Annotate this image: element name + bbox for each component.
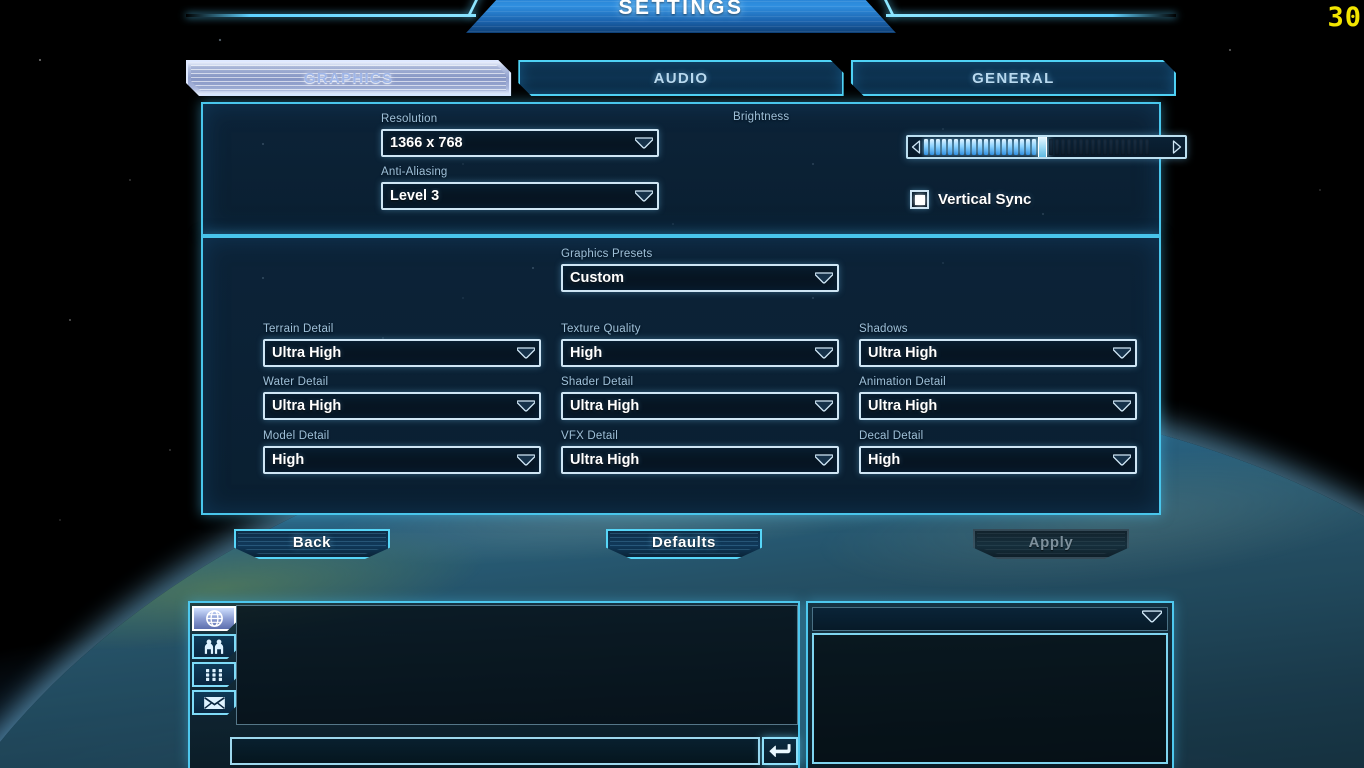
water-detail-value: Ultra High <box>272 398 342 414</box>
vfx-detail-value: Ultra High <box>570 452 640 468</box>
chat-panel <box>188 601 800 768</box>
quality-settings-panel: Graphics Presets Custom Terrain Detail U… <box>201 236 1161 515</box>
mail-icon[interactable] <box>192 690 236 715</box>
shader-detail-value: Ultra High <box>570 398 640 414</box>
display-settings-panel: Resolution 1366 x 768 Anti-Aliasing Leve… <box>201 102 1187 236</box>
animation-detail-dropdown[interactable]: Ultra High <box>859 392 1137 420</box>
game-screen: 30 SETTINGS GRAPHICS AUDIO GENERAL Resol… <box>0 0 1364 768</box>
terrain-detail-dropdown[interactable]: Ultra High <box>263 339 541 367</box>
decal-detail-value: High <box>868 452 901 468</box>
slider-left-arrow-icon[interactable] <box>908 140 924 154</box>
resolution-value: 1366 x 768 <box>390 135 463 151</box>
tab-general[interactable]: GENERAL <box>851 60 1176 96</box>
chevron-down-icon <box>513 394 539 418</box>
chevron-down-icon <box>811 394 837 418</box>
apply-button-label: Apply <box>1028 534 1074 551</box>
tab-general-label: GENERAL <box>972 69 1055 87</box>
header-wing-left <box>186 14 476 17</box>
chat-input-row <box>230 737 798 765</box>
texture-quality-label: Texture Quality <box>561 323 641 335</box>
tab-audio-label: AUDIO <box>653 69 709 87</box>
shader-detail-dropdown[interactable]: Ultra High <box>561 392 839 420</box>
brightness-handle[interactable] <box>1038 137 1047 157</box>
chevron-down-icon <box>1141 610 1163 628</box>
anti-aliasing-dropdown[interactable]: Level 3 <box>381 182 659 210</box>
graphics-presets-dropdown[interactable]: Custom <box>561 264 839 292</box>
brightness-filled-ticks <box>924 139 1036 155</box>
chevron-down-icon <box>811 266 837 290</box>
enter-arrow-icon[interactable] <box>762 737 798 765</box>
vfx-detail-label: VFX Detail <box>561 430 618 442</box>
apply-button[interactable]: Apply <box>973 529 1129 559</box>
window-header: SETTINGS <box>186 0 1176 34</box>
roster-panel <box>806 601 1174 768</box>
terrain-detail-value: Ultra High <box>272 345 342 361</box>
checkbox-fill-icon <box>914 194 925 205</box>
resolution-label: Resolution <box>381 113 438 125</box>
vertical-sync-checkbox-row[interactable]: Vertical Sync <box>910 190 1031 209</box>
chat-dock <box>188 601 1174 768</box>
tab-graphics[interactable]: GRAPHICS <box>186 60 511 96</box>
graphics-presets-label: Graphics Presets <box>561 248 653 260</box>
brightness-slider[interactable] <box>906 135 1187 159</box>
chevron-down-icon <box>631 184 657 208</box>
vertical-sync-label: Vertical Sync <box>938 191 1032 208</box>
model-detail-label: Model Detail <box>263 430 330 442</box>
model-detail-dropdown[interactable]: High <box>263 446 541 474</box>
grid-icon[interactable] <box>192 662 236 687</box>
slider-right-arrow-icon[interactable] <box>1169 140 1185 154</box>
anti-aliasing-value: Level 3 <box>390 188 440 204</box>
chevron-down-icon <box>513 341 539 365</box>
shadows-label: Shadows <box>859 323 908 335</box>
graphics-presets-value: Custom <box>570 270 624 286</box>
animation-detail-label: Animation Detail <box>859 376 946 388</box>
decal-detail-dropdown[interactable]: High <box>859 446 1137 474</box>
chevron-down-icon <box>631 131 657 155</box>
model-detail-value: High <box>272 452 305 468</box>
decal-detail-label: Decal Detail <box>859 430 924 442</box>
shadows-dropdown[interactable]: Ultra High <box>859 339 1137 367</box>
group-icon[interactable] <box>192 634 236 659</box>
chat-input[interactable] <box>230 737 760 765</box>
resolution-dropdown[interactable]: 1366 x 768 <box>381 129 659 157</box>
header-wing-right <box>886 14 1176 17</box>
roster-list[interactable] <box>812 633 1168 764</box>
vfx-detail-dropdown[interactable]: Ultra High <box>561 446 839 474</box>
tab-graphics-label: GRAPHICS <box>303 69 394 87</box>
chevron-down-icon <box>1109 341 1135 365</box>
back-button[interactable]: Back <box>234 529 390 559</box>
water-detail-dropdown[interactable]: Ultra High <box>263 392 541 420</box>
animation-detail-value: Ultra High <box>868 398 938 414</box>
shader-detail-label: Shader Detail <box>561 376 634 388</box>
brightness-track[interactable] <box>924 137 1169 157</box>
vertical-sync-checkbox[interactable] <box>910 190 929 209</box>
texture-quality-value: High <box>570 345 603 361</box>
chevron-down-icon <box>1109 394 1135 418</box>
shadows-value: Ultra High <box>868 345 938 361</box>
tab-audio[interactable]: AUDIO <box>518 60 843 96</box>
globe-icon[interactable] <box>192 606 236 631</box>
chevron-down-icon <box>811 341 837 365</box>
chevron-down-icon <box>811 448 837 472</box>
brightness-label: Brightness <box>733 111 790 123</box>
chat-message-log[interactable] <box>236 605 798 725</box>
anti-aliasing-label: Anti-Aliasing <box>381 166 448 178</box>
water-detail-label: Water Detail <box>263 376 329 388</box>
chevron-down-icon <box>513 448 539 472</box>
settings-window: SETTINGS GRAPHICS AUDIO GENERAL Resoluti… <box>186 0 1187 590</box>
defaults-button-label: Defaults <box>652 534 716 551</box>
back-button-label: Back <box>292 534 332 551</box>
fps-counter: 30 <box>1327 2 1362 33</box>
terrain-detail-label: Terrain Detail <box>263 323 334 335</box>
chat-channel-icons <box>192 606 238 715</box>
page-title: SETTINGS <box>618 0 744 19</box>
brightness-empty-ticks <box>1049 139 1149 155</box>
chevron-down-icon <box>1109 448 1135 472</box>
texture-quality-dropdown[interactable]: High <box>561 339 839 367</box>
tab-bar: GRAPHICS AUDIO GENERAL <box>186 60 1176 96</box>
defaults-button[interactable]: Defaults <box>606 529 762 559</box>
roster-filter-dropdown[interactable] <box>812 607 1168 631</box>
